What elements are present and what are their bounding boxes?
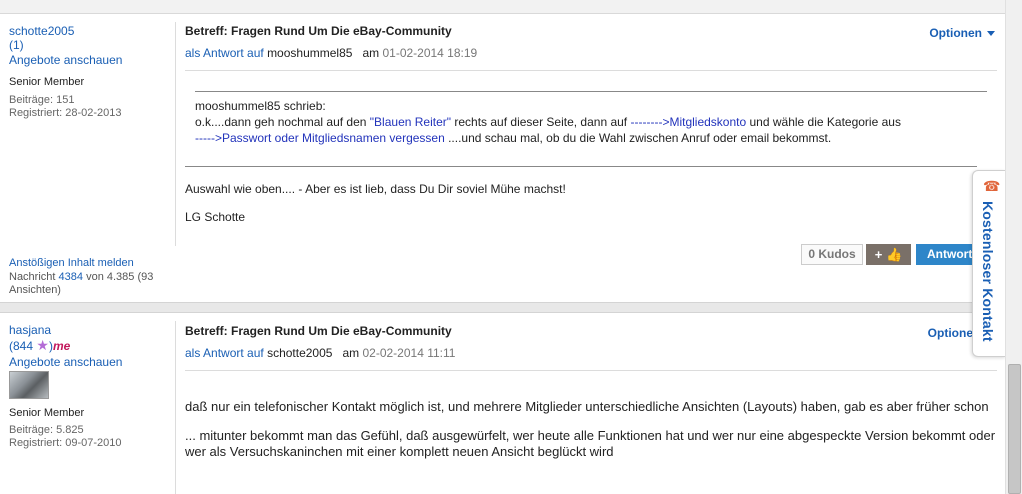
body-paragraph: LG Schotte xyxy=(185,210,246,224)
author-rank: (844 ★)me xyxy=(9,337,71,353)
reply-button[interactable]: Antwort xyxy=(916,244,976,265)
passwort-vergessen-link[interactable]: ----->Passwort oder Mitgliedsnamen verge… xyxy=(195,131,445,145)
me-badge-icon: me xyxy=(52,339,71,353)
meta-at: am xyxy=(362,46,380,60)
quote-text: und wähle die Kategorie aus xyxy=(746,115,901,129)
blauen-reiter-link[interactable]: "Blauen Reiter" xyxy=(370,115,451,129)
quote-end-divider xyxy=(185,166,977,167)
quote-text: ....und schau mal, ob du die Wahl zwisch… xyxy=(444,131,832,145)
post-divider-line xyxy=(175,321,176,494)
give-kudos-button[interactable]: + 👍 xyxy=(866,244,911,265)
scrollbar[interactable] xyxy=(1005,0,1022,494)
rank-link[interactable]: 844 xyxy=(13,339,33,353)
star-icon: ★ xyxy=(36,337,49,353)
author-rank[interactable]: (1) xyxy=(9,38,24,52)
scrollbar-thumb[interactable] xyxy=(1008,364,1021,494)
post-meta: als Antwort auf schotte2005 am 02-02-201… xyxy=(185,346,997,360)
body-paragraph: Auswahl wie oben.... - Aber es ist lieb,… xyxy=(185,182,566,196)
author-username-link[interactable]: hasjana xyxy=(9,323,169,337)
author-post-count: Beiträge: 151 xyxy=(9,94,75,106)
kudos-count: 0 Kudos xyxy=(801,244,863,265)
free-contact-tab[interactable]: ☎ Kostenloser Kontakt xyxy=(972,170,1006,357)
meta-at: am xyxy=(342,346,360,360)
post-meta: als Antwort auf mooshummel85 am 01-02-20… xyxy=(185,46,997,60)
header-divider xyxy=(185,70,997,71)
message-prefix: Nachricht xyxy=(9,271,56,283)
report-content-link[interactable]: Anstößigen Inhalt melden xyxy=(9,257,169,270)
reply-to-user[interactable]: mooshummel85 xyxy=(267,46,352,60)
author-offers-link[interactable]: Angebote anschauen xyxy=(9,53,169,67)
top-separator xyxy=(0,0,1005,14)
post-body: daß nur ein telefonischer Kontakt möglic… xyxy=(185,399,997,460)
plus-icon: + xyxy=(874,247,883,262)
post-date: 02-02-2014 11:11 xyxy=(362,346,456,360)
header-divider xyxy=(185,370,997,371)
quote-text: rechts auf dieser Seite, dann auf xyxy=(451,115,631,129)
post-hasjana: hasjana (844 ★)me Angebote anschauen Sen… xyxy=(0,313,1005,494)
author-username-link[interactable]: schotte2005 xyxy=(9,24,169,38)
quote-text: o.k....dann geh nochmal auf den xyxy=(195,115,370,129)
thumbs-up-icon: 👍 xyxy=(886,247,903,262)
post-content: Betreff: Fragen Rund Um Die eBay-Communi… xyxy=(185,24,997,238)
post-body: Auswahl wie oben.... - Aber es ist lieb,… xyxy=(185,182,997,224)
author-registered-date: Registriert: 28-02-2013 xyxy=(9,107,122,119)
quote-line-2: ----->Passwort oder Mitgliedsnamen verge… xyxy=(195,130,987,146)
author-role: Senior Member xyxy=(9,407,85,419)
reply-to-link[interactable]: als Antwort auf xyxy=(185,46,264,60)
quote-header: mooshummel85 schrieb: xyxy=(195,99,326,113)
author-role: Senior Member xyxy=(9,76,85,88)
reply-to-user[interactable]: schotte2005 xyxy=(267,346,332,360)
author-registered-date: Registriert: 09-07-2010 xyxy=(9,437,122,449)
phone-icon: ☎ xyxy=(983,178,1001,194)
post-content: Betreff: Fragen Rund Um Die eBay-Communi… xyxy=(185,324,997,473)
post-separator xyxy=(0,302,1005,313)
reply-to-link[interactable]: als Antwort auf xyxy=(185,346,264,360)
author-post-count: Beiträge: 5.825 xyxy=(9,424,84,436)
avatar[interactable] xyxy=(9,371,49,399)
post-divider-line xyxy=(175,22,176,246)
message-number-link[interactable]: 4384 xyxy=(59,271,83,283)
author-offers-link[interactable]: Angebote anschauen xyxy=(9,355,169,369)
contact-tab-label: Kostenloser Kontakt xyxy=(980,201,996,342)
body-paragraph: daß nur ein telefonischer Kontakt möglic… xyxy=(185,399,989,414)
quote-line-1: o.k....dann geh nochmal auf den "Blauen … xyxy=(195,114,987,130)
mitgliedskonto-link[interactable]: -------->Mitgliedskonto xyxy=(630,115,746,129)
post-date: 01-02-2014 18:19 xyxy=(382,46,478,60)
post-subject: Betreff: Fragen Rund Um Die eBay-Communi… xyxy=(185,324,452,338)
body-paragraph: ... mitunter bekommt man das Gefühl, daß… xyxy=(185,428,996,459)
author-panel: hasjana (844 ★)me Angebote anschauen Sen… xyxy=(9,323,169,450)
post-subject: Betreff: Fragen Rund Um Die eBay-Communi… xyxy=(185,24,452,38)
post-footer-info: Anstößigen Inhalt melden Nachricht 4384 … xyxy=(9,257,169,297)
quote-block: mooshummel85 schrieb: o.k....dann geh no… xyxy=(195,91,987,146)
author-panel: schotte2005 (1) Angebote anschauen Senio… xyxy=(9,24,169,120)
